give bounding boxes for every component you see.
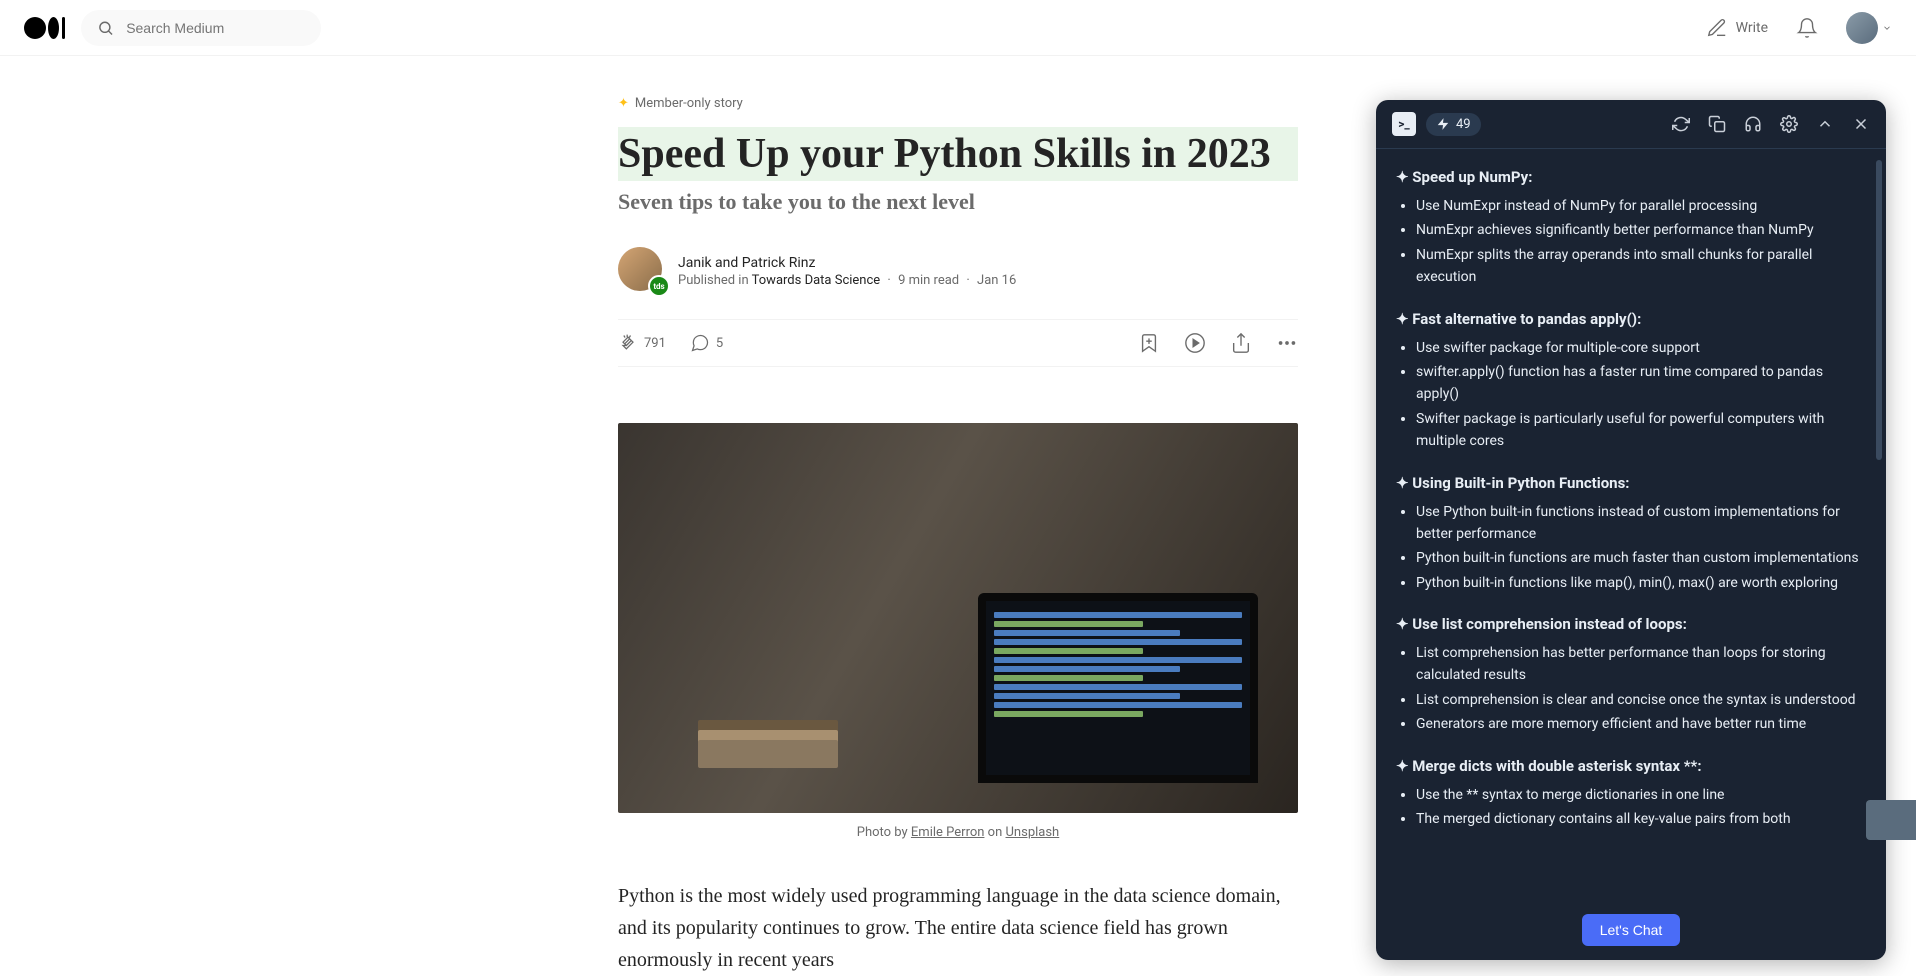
- extension-footer: Let's Chat: [1376, 900, 1886, 960]
- hero-image: [618, 423, 1298, 813]
- lightning-icon: [1436, 117, 1450, 131]
- chevron-down-icon: [1882, 23, 1892, 33]
- summary-bullet-item: swifter.apply() function has a faster ru…: [1416, 361, 1866, 406]
- summary-section: ✦ Speed up NumPy: Use NumExpr instead of …: [1396, 165, 1866, 289]
- insights-badge[interactable]: 49: [1426, 113, 1481, 136]
- summary-bullet-item: NumExpr achieves significantly better pe…: [1416, 219, 1866, 241]
- comment-icon: [690, 333, 710, 353]
- more-icon[interactable]: [1276, 332, 1298, 354]
- share-icon[interactable]: [1230, 332, 1252, 354]
- search-icon: [97, 18, 114, 38]
- close-icon[interactable]: [1852, 115, 1870, 133]
- summary-bullet-item: Swifter package is particularly useful f…: [1416, 408, 1866, 453]
- clap-button[interactable]: 791: [618, 333, 666, 353]
- bookmark-icon[interactable]: [1138, 332, 1160, 354]
- header-right: Write: [1706, 12, 1892, 44]
- clap-count: 791: [644, 336, 666, 351]
- summary-section: ✦ Using Built-in Python Functions: Use Py…: [1396, 471, 1866, 595]
- summary-bullets: Use swifter package for multiple-core su…: [1396, 337, 1866, 453]
- side-tab[interactable]: [1866, 800, 1916, 840]
- caption-on: on: [984, 825, 1005, 840]
- member-badge: ✦ Member-only story: [618, 96, 1298, 111]
- article-container: ✦ Member-only story Speed Up your Python…: [618, 56, 1298, 976]
- summary-bullet-item: Use the ** syntax to merge dictionaries …: [1416, 784, 1866, 806]
- summary-heading: ✦ Use list comprehension instead of loop…: [1396, 612, 1866, 636]
- summary-bullets: Use Python built-in functions instead of…: [1396, 501, 1866, 595]
- summary-bullet-item: Python built-in functions are much faste…: [1416, 547, 1866, 569]
- headphones-icon[interactable]: [1744, 115, 1762, 133]
- play-icon[interactable]: [1184, 332, 1206, 354]
- summary-bullets: List comprehension has better performanc…: [1396, 642, 1866, 736]
- star-icon: ✦: [618, 96, 629, 111]
- caption-source-link[interactable]: Unsplash: [1006, 825, 1060, 840]
- write-button[interactable]: Write: [1706, 17, 1768, 39]
- author-row: tds Janik and Patrick Rinz Published in …: [618, 247, 1298, 295]
- article-body-p1: Python is the most widely used programmi…: [618, 880, 1298, 976]
- app-header: Write: [0, 0, 1916, 56]
- console-icon[interactable]: >_: [1392, 112, 1416, 136]
- notifications-icon[interactable]: [1796, 17, 1818, 39]
- settings-icon[interactable]: [1780, 115, 1798, 133]
- summary-bullet-item: Generators are more memory efficient and…: [1416, 713, 1866, 735]
- publish-date: Jan 16: [977, 273, 1016, 288]
- caption-author-link[interactable]: Emile Perron: [911, 825, 985, 840]
- publication-avatar: tds: [648, 275, 670, 297]
- scrollbar[interactable]: [1876, 160, 1882, 460]
- caption-prefix: Photo by: [857, 825, 911, 840]
- medium-logo[interactable]: [24, 17, 65, 39]
- write-icon: [1706, 17, 1728, 39]
- author-meta: Published in Towards Data Science · 9 mi…: [678, 273, 1016, 288]
- laptop-graphic: [978, 593, 1258, 783]
- search-box[interactable]: [81, 10, 321, 46]
- summary-section: ✦ Fast alternative to pandas apply(): Use…: [1396, 307, 1866, 453]
- comment-count: 5: [716, 336, 723, 351]
- header-left: [24, 10, 321, 46]
- chat-button[interactable]: Let's Chat: [1582, 914, 1681, 946]
- published-in-prefix: Published in: [678, 273, 749, 288]
- summary-bullet-item: NumExpr splits the array operands into s…: [1416, 244, 1866, 289]
- summary-section: ✦ Use list comprehension instead of loop…: [1396, 612, 1866, 736]
- copy-icon[interactable]: [1708, 115, 1726, 133]
- read-time: 9 min read: [898, 273, 959, 288]
- summary-bullet-item: The merged dictionary contains all key-v…: [1416, 808, 1866, 830]
- summary-bullet-item: Use NumExpr instead of NumPy for paralle…: [1416, 195, 1866, 217]
- publication-link[interactable]: Towards Data Science: [752, 273, 881, 288]
- extension-content[interactable]: ✦ Speed up NumPy: Use NumExpr instead of …: [1376, 149, 1886, 900]
- article-title: Speed Up your Python Skills in 2023: [618, 127, 1298, 181]
- summary-heading: ✦ Fast alternative to pandas apply():: [1396, 307, 1866, 331]
- summary-bullets: Use NumExpr instead of NumPy for paralle…: [1396, 195, 1866, 289]
- author-info: Janik and Patrick Rinz Published in Towa…: [678, 255, 1016, 288]
- summary-bullets: Use the ** syntax to merge dictionaries …: [1396, 784, 1866, 831]
- summary-heading: ✦ Merge dicts with double asterisk synta…: [1396, 754, 1866, 778]
- comment-button[interactable]: 5: [690, 333, 723, 353]
- extension-header: >_ 49: [1376, 100, 1886, 149]
- summary-bullet-item: List comprehension has better performanc…: [1416, 642, 1866, 687]
- search-input[interactable]: [126, 20, 305, 36]
- summary-heading: ✦ Speed up NumPy:: [1396, 165, 1866, 189]
- clap-icon: [618, 333, 638, 353]
- user-menu[interactable]: [1846, 12, 1892, 44]
- badge-count: 49: [1456, 117, 1471, 132]
- refresh-icon[interactable]: [1672, 115, 1690, 133]
- member-badge-text: Member-only story: [635, 96, 743, 111]
- summary-bullet-item: List comprehension is clear and concise …: [1416, 689, 1866, 711]
- author-name[interactable]: Janik and Patrick Rinz: [678, 255, 1016, 271]
- engagement-bar: 791 5: [618, 319, 1298, 367]
- summary-bullet-item: Use swifter package for multiple-core su…: [1416, 337, 1866, 359]
- chevron-up-icon[interactable]: [1816, 115, 1834, 133]
- author-avatars[interactable]: tds: [618, 247, 666, 295]
- image-caption: Photo by Emile Perron on Unsplash: [618, 825, 1298, 840]
- summary-section: ✦ Merge dicts with double asterisk synta…: [1396, 754, 1866, 831]
- summary-heading: ✦ Using Built-in Python Functions:: [1396, 471, 1866, 495]
- article-subtitle: Seven tips to take you to the next level: [618, 189, 1298, 215]
- write-label: Write: [1736, 20, 1768, 36]
- extension-panel: >_ 49 ✦ Speed up NumPy: Use NumExpr inste…: [1376, 100, 1886, 960]
- books-graphic: [698, 740, 838, 768]
- summary-bullet-item: Use Python built-in functions instead of…: [1416, 501, 1866, 546]
- summary-bullet-item: Python built-in functions like map(), mi…: [1416, 572, 1866, 594]
- user-avatar: [1846, 12, 1878, 44]
